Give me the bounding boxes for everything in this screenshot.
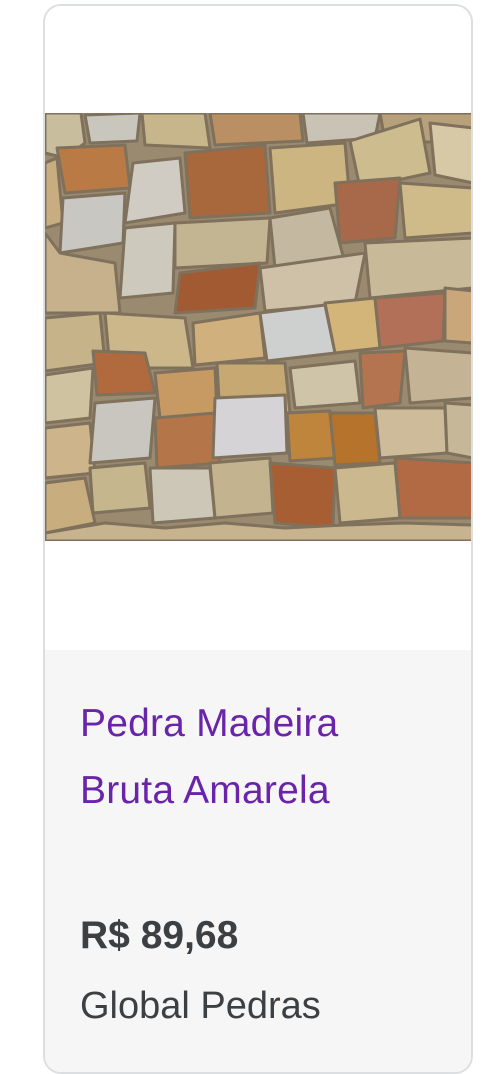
seller-name: Global Pedras (80, 985, 321, 1027)
product-card[interactable]: Pedra Madeira Bruta Amarela R$ 89,68 Glo… (43, 4, 473, 1074)
product-price: R$ 89,68 (80, 914, 239, 957)
product-image-area[interactable] (45, 6, 471, 650)
product-image[interactable] (45, 113, 473, 541)
product-info: Pedra Madeira Bruta Amarela R$ 89,68 Glo… (45, 650, 471, 1072)
product-title[interactable]: Pedra Madeira Bruta Amarela (80, 690, 440, 824)
